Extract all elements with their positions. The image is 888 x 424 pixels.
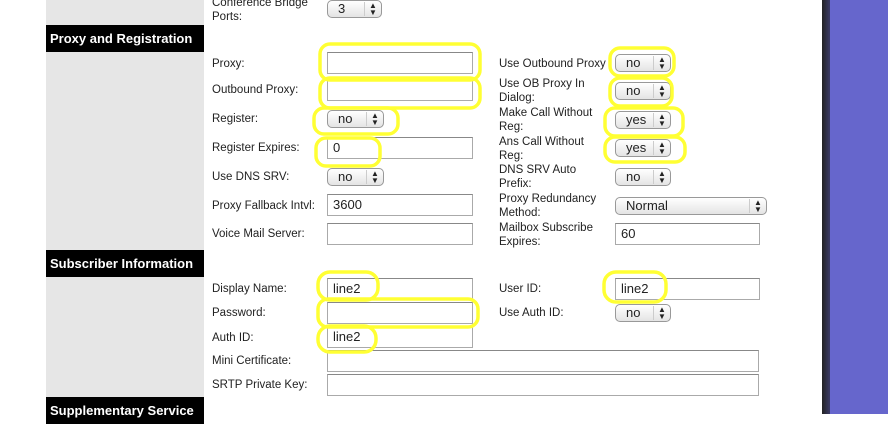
outbound-proxy-label: Outbound Proxy: xyxy=(212,84,299,96)
chevron-updown-icon: ▲ ▼ xyxy=(366,112,383,127)
use-ob-dialog-value: no xyxy=(626,83,641,98)
section-subscriber-information: Subscriber Information xyxy=(46,250,204,277)
voice-mail-label: Voice Mail Server: xyxy=(212,228,305,240)
register-label: Register: xyxy=(212,113,259,125)
ans-call-select[interactable]: yes ▲ ▼ xyxy=(615,139,671,157)
mailbox-expires-input[interactable]: 60 xyxy=(615,223,760,245)
srtp-key-input[interactable] xyxy=(327,374,759,396)
display-name-label: Display Name: xyxy=(212,283,287,295)
section-supplementary-service: Supplementary Service xyxy=(46,397,204,424)
make-call-label: Make Call Without Reg: xyxy=(499,107,593,133)
use-dns-srv-value: no xyxy=(338,169,353,184)
use-dns-srv-select[interactable]: no ▲ ▼ xyxy=(327,168,384,186)
proxy-fallback-label: Proxy Fallback Intvl: xyxy=(212,200,315,212)
use-auth-id-select[interactable]: no ▲ ▼ xyxy=(615,304,671,322)
dns-srv-prefix-label: DNS SRV Auto Prefix: xyxy=(499,164,577,190)
auth-id-label: Auth ID: xyxy=(212,332,254,344)
proxy-redundancy-select[interactable]: Normal ▲ ▼ xyxy=(615,197,767,215)
password-input[interactable] xyxy=(327,302,473,324)
ans-call-label: Ans Call Without Reg: xyxy=(499,136,585,162)
proxy-input[interactable] xyxy=(327,52,473,74)
chevron-updown-icon: ▲ ▼ xyxy=(366,170,383,185)
use-outbound-proxy-select[interactable]: no ▲ ▼ xyxy=(615,54,671,72)
password-label: Password: xyxy=(212,307,266,319)
use-outbound-proxy-label: Use Outbound Proxy xyxy=(499,58,606,70)
register-value: no xyxy=(338,111,353,126)
chevron-updown-icon: ▲ ▼ xyxy=(749,199,766,214)
use-ob-dialog-label: Use OB Proxy In Dialog: xyxy=(499,78,585,104)
user-id-label: User ID: xyxy=(499,283,542,295)
window-border xyxy=(822,0,830,414)
use-outbound-proxy-value: no xyxy=(626,55,641,70)
chevron-updown-icon: ▲ ▼ xyxy=(653,84,670,99)
display-name-input[interactable]: line2 xyxy=(327,278,473,300)
register-expires-label: Register Expires: xyxy=(212,142,300,154)
use-auth-id-value: no xyxy=(626,305,641,320)
proxy-redundancy-value: Normal xyxy=(626,198,668,213)
chevron-updown-icon: ▲ ▼ xyxy=(364,2,381,17)
mailbox-expires-label: Mailbox Subscribe Expires: xyxy=(499,222,593,248)
register-select[interactable]: no ▲ ▼ xyxy=(327,110,384,128)
make-call-value: yes xyxy=(626,112,647,127)
background-panel xyxy=(830,0,888,414)
proxy-label: Proxy: xyxy=(212,58,245,70)
chevron-updown-icon: ▲ ▼ xyxy=(653,306,670,321)
use-dns-srv-label: Use DNS SRV: xyxy=(212,171,290,183)
use-ob-dialog-select[interactable]: no ▲ ▼ xyxy=(615,82,671,100)
mini-cert-input[interactable] xyxy=(327,350,759,372)
outbound-proxy-input[interactable] xyxy=(327,79,473,101)
dns-srv-prefix-select[interactable]: no ▲ ▼ xyxy=(615,168,671,186)
chevron-updown-icon: ▲ ▼ xyxy=(653,170,670,185)
use-auth-id-label: Use Auth ID: xyxy=(499,307,564,319)
mini-cert-label: Mini Certificate: xyxy=(212,355,292,367)
dns-srv-prefix-value: no xyxy=(626,169,641,184)
user-id-input[interactable]: line2 xyxy=(615,278,760,300)
sidebar xyxy=(46,0,204,414)
srtp-key-label: SRTP Private Key: xyxy=(212,379,308,391)
chevron-updown-icon: ▲ ▼ xyxy=(653,113,670,128)
auth-id-input[interactable]: line2 xyxy=(327,326,473,348)
section-proxy-registration: Proxy and Registration xyxy=(46,25,204,52)
register-expires-input[interactable]: 0 xyxy=(327,137,473,159)
conf-bridge-select[interactable]: 3 ▲ ▼ xyxy=(327,0,382,18)
conf-bridge-label: Conference Bridge Ports: xyxy=(212,0,308,23)
proxy-fallback-input[interactable]: 3600 xyxy=(327,194,473,216)
make-call-select[interactable]: yes ▲ ▼ xyxy=(615,111,671,129)
chevron-updown-icon: ▲ ▼ xyxy=(653,56,670,71)
ans-call-value: yes xyxy=(626,140,647,155)
conf-bridge-value: 3 xyxy=(338,1,346,16)
proxy-redundancy-label: Proxy Redundancy Method: xyxy=(499,193,597,219)
chevron-updown-icon: ▲ ▼ xyxy=(653,141,670,156)
voice-mail-input[interactable] xyxy=(327,223,473,245)
